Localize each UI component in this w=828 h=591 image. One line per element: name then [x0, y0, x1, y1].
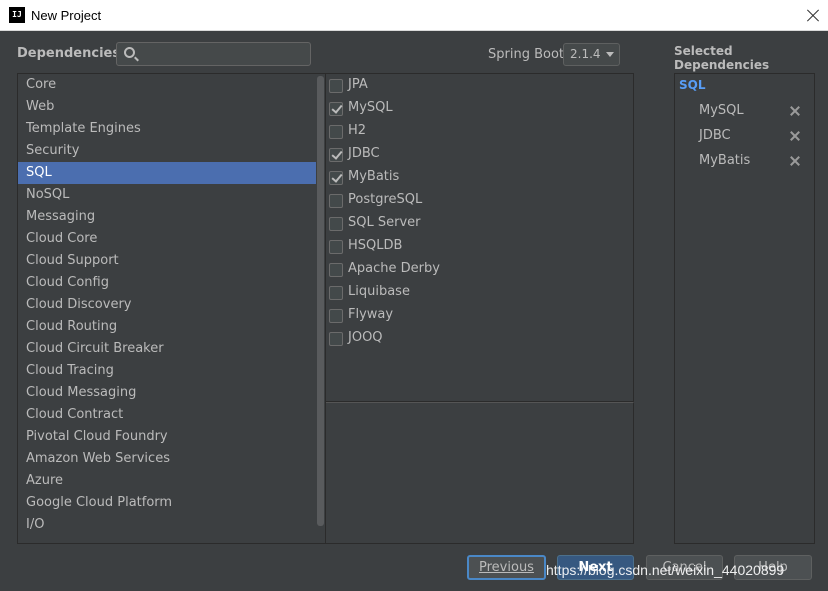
category-item[interactable]: Google Cloud Platform	[18, 492, 316, 514]
checkbox[interactable]	[329, 125, 343, 139]
category-item[interactable]: Pivotal Cloud Foundry	[18, 426, 316, 448]
selected-dependencies-panel: SQL MySQL JDBC MyBatis	[674, 73, 815, 544]
dependency-name: HSQLDB	[348, 238, 403, 253]
category-item[interactable]: Azure	[18, 470, 316, 492]
category-item[interactable]: Cloud Tracing	[18, 360, 316, 382]
category-item[interactable]: Cloud Support	[18, 250, 316, 272]
intellij-icon: IJ	[9, 7, 25, 23]
category-item[interactable]: Core	[18, 74, 316, 96]
checkbox[interactable]	[329, 263, 343, 277]
dependency-name: JPA	[348, 77, 368, 92]
checkbox[interactable]	[329, 286, 343, 300]
checkbox[interactable]	[329, 332, 343, 346]
title-bar: IJ New Project	[0, 0, 828, 31]
checkbox[interactable]	[329, 79, 343, 93]
checkbox-checked[interactable]	[329, 148, 343, 162]
category-item[interactable]: Cloud Core	[18, 228, 316, 250]
category-item[interactable]: Cloud Discovery	[18, 294, 316, 316]
spring-boot-label: Spring Boot	[488, 47, 565, 62]
dependency-name: Flyway	[348, 307, 394, 322]
remove-icon[interactable]	[789, 155, 801, 167]
checkbox[interactable]	[329, 217, 343, 231]
category-item[interactable]: Cloud Messaging	[18, 382, 316, 404]
category-item[interactable]: Template Engines	[18, 118, 316, 140]
category-item[interactable]: Security	[18, 140, 316, 162]
window-title: New Project	[31, 8, 102, 23]
category-item[interactable]: Amazon Web Services	[18, 448, 316, 470]
category-list[interactable]: Core Web Template Engines Security SQL NoSQL M…	[17, 73, 326, 544]
selected-group-sql: SQL	[679, 78, 706, 92]
checkbox[interactable]	[329, 194, 343, 208]
scroll-thumb[interactable]	[317, 76, 324, 526]
chevron-down-icon	[606, 52, 614, 57]
category-scrollbar[interactable]	[316, 74, 325, 543]
category-item[interactable]: SQL	[18, 162, 316, 184]
dependency-name: MyBatis	[348, 169, 400, 184]
remove-icon[interactable]	[789, 105, 801, 117]
selected-dependencies-title: Selected Dependencies	[674, 44, 770, 72]
category-item[interactable]: Cloud Contract	[18, 404, 316, 426]
checkbox[interactable]	[329, 309, 343, 323]
dependency-name: JOOQ	[348, 330, 383, 345]
dependency-description-panel	[326, 402, 634, 544]
search-input[interactable]	[116, 42, 311, 66]
category-item[interactable]: Messaging	[18, 206, 316, 228]
search-icon	[124, 47, 135, 58]
category-item[interactable]: Cloud Circuit Breaker	[18, 338, 316, 360]
dependency-name: MySQL	[348, 100, 393, 115]
spring-boot-version-value: 2.1.4	[570, 47, 601, 61]
dependency-name: H2	[348, 123, 367, 138]
category-item[interactable]: NoSQL	[18, 184, 316, 206]
checkbox-checked[interactable]	[329, 171, 343, 185]
watermark: https://blog.csdn.net/weixin_44020899	[546, 562, 785, 578]
spring-boot-version-select[interactable]: 2.1.4	[563, 43, 620, 66]
remove-icon[interactable]	[789, 130, 801, 142]
dependencies-label: Dependencies	[17, 46, 121, 61]
close-icon[interactable]	[798, 0, 828, 31]
category-item[interactable]: Cloud Config	[18, 272, 316, 294]
checkbox-checked[interactable]	[329, 102, 343, 116]
dependency-list: JPA MySQL H2 JDBC MyBatis PostgreSQL SQL Serve…	[326, 73, 634, 402]
dependency-name: PostgreSQL	[348, 192, 423, 207]
dependency-name: JDBC	[348, 146, 380, 161]
category-item[interactable]: Web	[18, 96, 316, 118]
selected-dependency-item: JDBC	[699, 128, 731, 143]
selected-dependency-item: MySQL	[699, 103, 744, 118]
selected-dependency-item: MyBatis	[699, 153, 751, 168]
checkbox[interactable]	[329, 240, 343, 254]
category-item[interactable]: I/O	[18, 514, 316, 536]
previous-button[interactable]: Previous	[467, 555, 546, 580]
category-item[interactable]: Cloud Routing	[18, 316, 316, 338]
dependency-name: Liquibase	[348, 284, 410, 299]
dependency-name: Apache Derby	[348, 261, 440, 276]
dependency-name: SQL Server	[348, 215, 421, 230]
